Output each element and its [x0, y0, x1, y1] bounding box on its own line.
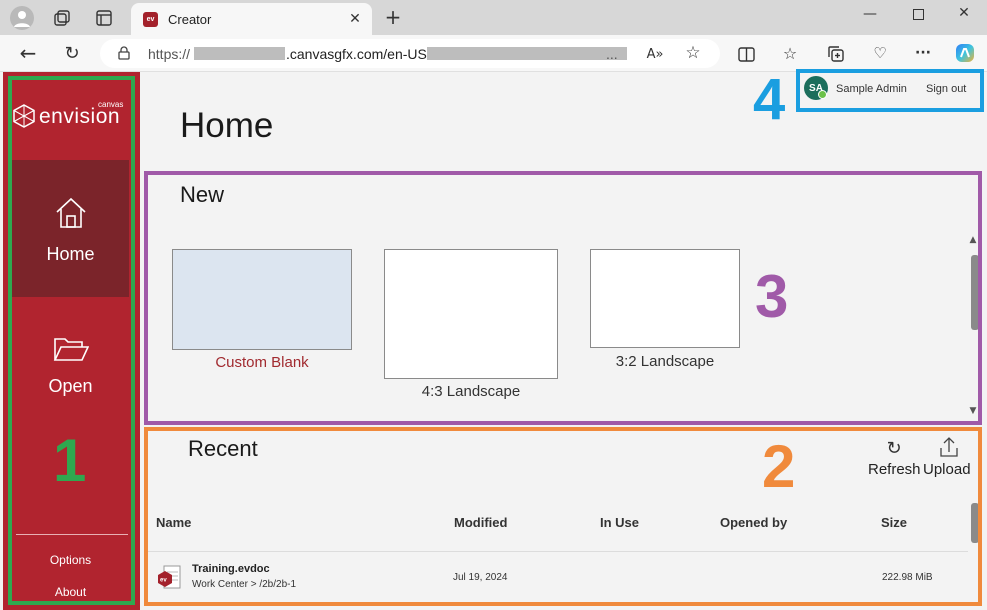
back-icon[interactable]: ← — [17, 41, 39, 65]
maximize-icon[interactable] — [910, 6, 926, 22]
annotation-box-sidebar — [8, 76, 135, 605]
annotation-box-recent — [144, 427, 982, 606]
tab-actions-icon[interactable] — [94, 8, 114, 28]
annotation-box-user — [796, 69, 984, 112]
page-title: Home — [180, 106, 274, 145]
url-prefix: https:// — [148, 46, 191, 62]
annotation-label-1: 1 — [53, 427, 87, 494]
workspaces-icon[interactable] — [52, 8, 72, 28]
annotation-label-2: 2 — [762, 433, 796, 500]
profile-icon[interactable] — [10, 6, 34, 30]
favorite-star-icon[interactable]: ☆ — [684, 43, 702, 63]
collections-icon[interactable] — [826, 44, 846, 64]
browser-essentials-icon[interactable]: ♡ — [869, 43, 891, 63]
url-domain: .canvasgfx.com/en-US/ — [286, 46, 431, 62]
split-screen-icon[interactable] — [736, 44, 756, 64]
url-ellipsis: ... — [606, 46, 618, 62]
browser-tab-bar: ev Creator ✕ + — ✕ — [0, 0, 987, 35]
annotation-label-3: 3 — [755, 263, 789, 330]
favorites-icon[interactable]: ☆ — [780, 43, 800, 63]
copilot-icon[interactable] — [953, 41, 977, 65]
read-aloud-icon[interactable]: A» — [646, 45, 664, 63]
refresh-page-icon[interactable]: ↻ — [61, 42, 83, 64]
close-window-icon[interactable]: ✕ — [956, 5, 972, 21]
lock-icon[interactable] — [117, 46, 131, 60]
more-options-icon[interactable]: ··· — [913, 43, 933, 63]
url-field[interactable]: https:// .canvasgfx.com/en-US/ ... A» ☆ — [100, 39, 720, 68]
annotation-box-new — [144, 171, 982, 425]
close-tab-icon[interactable]: ✕ — [347, 11, 363, 27]
favicon-icon: ev — [143, 12, 158, 27]
new-tab-icon[interactable]: + — [383, 5, 403, 29]
url-redaction — [427, 47, 627, 60]
browser-tab[interactable]: ev Creator ✕ — [131, 3, 372, 35]
annotation-label-4: 4 — [753, 67, 786, 132]
minimize-icon[interactable]: — — [862, 6, 878, 22]
tab-title: Creator — [168, 12, 212, 27]
url-redaction — [194, 47, 285, 60]
